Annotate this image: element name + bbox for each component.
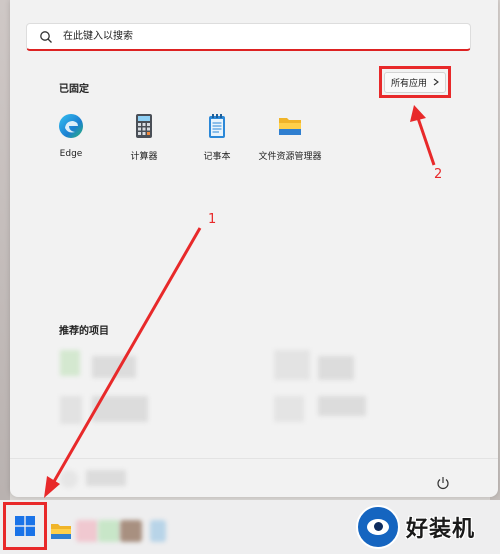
recommended-item-thumb: [274, 350, 310, 380]
all-apps-button[interactable]: 所有应用: [383, 71, 446, 93]
pinned-app-file-explorer[interactable]: 文件资源管理器: [250, 113, 330, 162]
edge-icon: [59, 114, 83, 138]
windows-logo-icon: [15, 516, 35, 536]
power-icon[interactable]: [436, 476, 450, 490]
user-name: [86, 470, 126, 486]
search-icon: [40, 30, 52, 43]
recommended-item-thumb: [60, 396, 82, 424]
file-explorer-icon: [279, 118, 301, 135]
recommended-item-text: [318, 356, 354, 380]
recommended-item-thumb: [60, 350, 80, 376]
search-input[interactable]: [61, 30, 445, 43]
app-label: 文件资源管理器: [258, 152, 322, 162]
pinned-section-title: 已固定: [59, 84, 89, 95]
avatar: [60, 470, 78, 488]
taskbar-app-icon[interactable]: [76, 520, 98, 542]
desktop-edge-left: [0, 0, 10, 500]
watermark-logo-icon: [356, 505, 400, 549]
calculator-icon: [136, 114, 152, 138]
watermark: 好装机: [356, 502, 498, 552]
annotation-label-1: 1: [208, 212, 217, 227]
all-apps-label: 所有应用: [390, 78, 427, 89]
notepad-icon: [209, 114, 225, 138]
app-label: 计算器: [130, 152, 158, 162]
pinned-app-notepad[interactable]: 记事本: [177, 113, 257, 162]
taskbar-app-icon[interactable]: [150, 520, 166, 542]
recommended-item-text: [92, 396, 148, 422]
pinned-app-calculator[interactable]: 计算器: [104, 113, 184, 162]
start-menu-footer-divider: [10, 458, 498, 459]
recommended-item-text: [318, 396, 366, 416]
search-box[interactable]: [26, 23, 471, 51]
watermark-text: 好装机: [406, 517, 476, 542]
recommended-item-text: [92, 356, 136, 378]
app-label: Edge: [59, 149, 83, 159]
taskbar-app-icon[interactable]: [98, 520, 120, 542]
app-label: 记事本: [203, 152, 231, 162]
annotation-label-2: 2: [434, 167, 443, 182]
recommended-section-title: 推荐的项目: [59, 326, 109, 337]
taskbar-file-explorer-icon[interactable]: [50, 520, 72, 542]
recommended-item-thumb: [274, 396, 304, 422]
pinned-app-edge[interactable]: Edge: [31, 113, 111, 159]
taskbar-app-icon[interactable]: [120, 520, 142, 542]
chevron-right-icon: [433, 78, 439, 86]
start-button-highlight[interactable]: [3, 502, 47, 550]
all-apps-highlight: 所有应用: [379, 66, 451, 98]
